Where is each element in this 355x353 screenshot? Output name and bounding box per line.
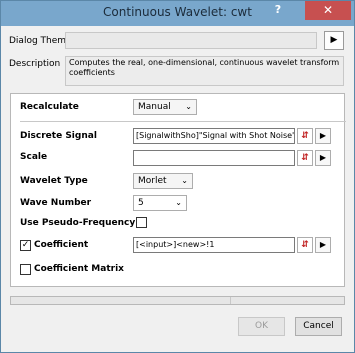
title-bar: Continuous Wavelet: cwt ? ✕ <box>1 1 354 26</box>
recalculate-value: Manual <box>138 102 171 112</box>
scale-label: Scale <box>20 152 48 162</box>
wave-number-value: 5 <box>138 198 144 208</box>
wavelet-type-combo[interactable]: Morlet ⌄ <box>133 173 193 189</box>
checkmark-icon: ✓ <box>21 240 30 250</box>
play-icon: ▶ <box>319 153 327 162</box>
recalculate-label: Recalculate <box>20 102 79 112</box>
divider <box>20 121 346 122</box>
progress-divider <box>230 297 231 304</box>
close-icon: ✕ <box>322 3 334 17</box>
description-text: Computes the real, one-dimensional, cont… <box>65 56 344 86</box>
coefficient-matrix-checkbox[interactable] <box>20 264 31 275</box>
coefficient-picker-button[interactable]: ⇵ <box>297 237 313 253</box>
scale-menu-button[interactable]: ▶ <box>315 150 331 166</box>
coefficient-label: Coefficient <box>34 240 89 250</box>
discrete-signal-picker-button[interactable]: ⇵ <box>297 128 313 144</box>
play-icon: ▶ <box>319 240 327 249</box>
range-picker-icon: ⇵ <box>301 131 309 141</box>
coefficient-checkbox[interactable]: ✓ <box>20 240 31 251</box>
dialog-window: Continuous Wavelet: cwt ? ✕ Dialog Theme… <box>0 0 355 353</box>
chevron-down-icon: ⌄ <box>185 102 192 111</box>
scale-input[interactable] <box>133 150 295 166</box>
dialog-theme-label: Dialog Theme <box>9 36 72 46</box>
dialog-theme-field[interactable] <box>65 32 317 49</box>
wave-number-combo[interactable]: 5 ⌄ <box>133 195 187 211</box>
play-icon: ▶ <box>319 131 327 140</box>
use-pseudo-frequency-label: Use Pseudo-Frequency <box>20 218 136 228</box>
window-title: Continuous Wavelet: cwt <box>103 5 252 19</box>
recalculate-combo[interactable]: Manual ⌄ <box>133 99 197 115</box>
chevron-down-icon: ⌄ <box>181 176 188 185</box>
cancel-button[interactable]: Cancel <box>295 317 342 336</box>
scale-picker-button[interactable]: ⇵ <box>297 150 313 166</box>
wavelet-type-value: Morlet <box>138 176 167 186</box>
chevron-down-icon: ⌄ <box>175 198 182 207</box>
progress-bar <box>10 296 345 305</box>
range-picker-icon: ⇵ <box>301 153 309 163</box>
discrete-signal-menu-button[interactable]: ▶ <box>315 128 331 144</box>
coefficient-menu-button[interactable]: ▶ <box>315 237 331 253</box>
coefficient-input[interactable]: [<input>]<new>!1 <box>133 237 295 253</box>
wavelet-type-label: Wavelet Type <box>20 176 88 186</box>
parameters-panel: Recalculate Manual ⌄ Discrete Signal [Si… <box>10 93 346 287</box>
coefficient-matrix-label: Coefficient Matrix <box>34 264 124 274</box>
play-icon: ▶ <box>330 35 338 45</box>
use-pseudo-frequency-checkbox[interactable] <box>136 217 147 228</box>
help-button[interactable]: ? <box>268 3 288 19</box>
ok-button[interactable]: OK <box>238 317 285 336</box>
wave-number-label: Wave Number <box>20 198 92 208</box>
discrete-signal-label: Discrete Signal <box>20 131 97 141</box>
discrete-signal-input[interactable]: [SignalwithSho]"Signal with Shot Noise"!… <box>133 128 295 144</box>
range-picker-icon: ⇵ <box>301 240 309 250</box>
description-label: Description <box>9 59 61 69</box>
close-button[interactable]: ✕ <box>305 1 351 20</box>
dialog-theme-menu-button[interactable]: ▶ <box>324 31 344 50</box>
